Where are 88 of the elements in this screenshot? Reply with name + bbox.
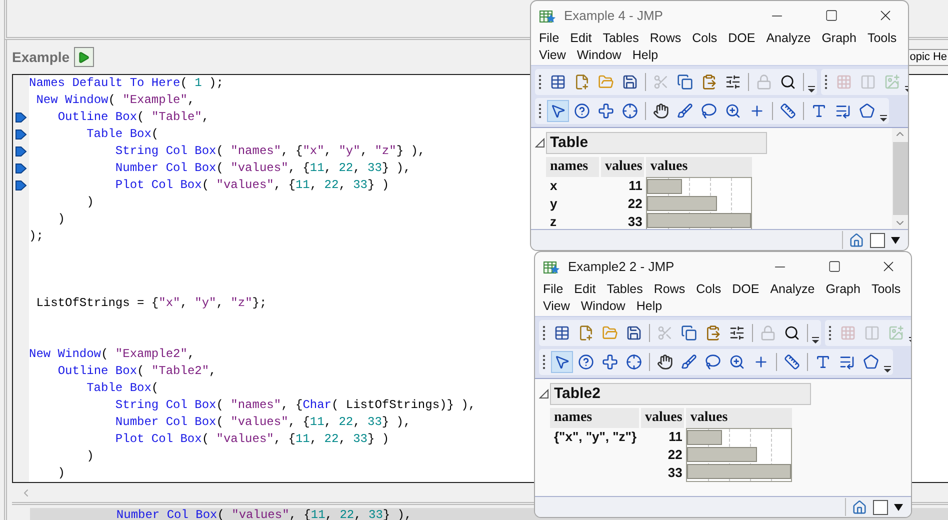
square-icon[interactable] — [870, 232, 885, 248]
menu-item[interactable]: Window — [580, 298, 626, 314]
menu-item[interactable]: Edit — [574, 281, 596, 297]
column-header: values — [601, 157, 644, 177]
table-cell-text: y — [549, 195, 558, 213]
code-line: Number Col Box( "values", {11, 22, 33} ), — [114, 160, 412, 177]
menu-item[interactable]: DOE — [728, 30, 756, 46]
menu-item[interactable]: Help — [636, 298, 662, 314]
code-line: String Col Box( "names", {Char( ListOfStrings)} ), — [114, 396, 476, 414]
column-header: values — [641, 408, 684, 428]
code-line: Plot Col Box( "values", {11, 22, 33} ) — [114, 177, 390, 194]
code-line: Plot Col Box( "values", {11, 22, 33} ) — [114, 430, 390, 448]
table-cell-text: 33 — [626, 213, 644, 229]
menu-item[interactable]: View — [539, 47, 566, 63]
overflow-icon[interactable] — [880, 114, 887, 122]
window-title: Example 4 - JMP — [564, 8, 664, 23]
arrow-marker-icon[interactable] — [15, 178, 27, 192]
outline-title: Table2 — [550, 383, 811, 405]
menu-item[interactable]: Rows — [650, 30, 682, 46]
code-line: Outline Box( "Table", — [56, 109, 210, 126]
table-cell-text: z — [549, 213, 558, 229]
code-line: String Col Box( "names", {"x", "y", "z"} ), — [114, 143, 426, 160]
menu-item[interactable]: Analyze — [766, 30, 811, 46]
code-line: Outline Box( "Table2", — [56, 362, 218, 380]
menu-item[interactable]: Tools — [871, 281, 901, 297]
table-cell-text: 11 — [628, 177, 644, 195]
overflow-icon[interactable] — [808, 85, 815, 93]
square-icon[interactable] — [873, 500, 888, 514]
menu-item[interactable]: Window — [576, 47, 622, 63]
spreadsheet-icon — [539, 8, 556, 24]
code-line: ) — [56, 211, 66, 228]
script-title: Example — [12, 49, 70, 65]
menu-item[interactable]: Cols — [692, 30, 718, 46]
menu-item[interactable]: Graph — [822, 30, 856, 46]
menu-item[interactable]: Cols — [696, 281, 722, 297]
scrollbar[interactable] — [892, 128, 908, 229]
table-cell-text: x — [549, 177, 558, 195]
table-cell-text: 11 — [668, 428, 684, 446]
menu-item[interactable]: Analyze — [770, 281, 815, 297]
maximize-icon[interactable] — [828, 260, 840, 273]
code-line: ); — [29, 228, 44, 245]
column-header: names — [546, 157, 599, 177]
code-line: ) — [56, 464, 66, 482]
code-line: ) — [86, 448, 95, 465]
code-line: Table Box( — [86, 380, 160, 397]
table-cell-text: 22 — [666, 446, 684, 464]
menu-item[interactable]: Tools — [867, 30, 897, 46]
home-icon[interactable] — [849, 232, 864, 248]
menu-item[interactable]: File — [543, 281, 564, 297]
code-line: Names Default To Here( 1 ); — [29, 75, 224, 92]
overflow-icon[interactable] — [812, 336, 819, 344]
arrow-marker-icon[interactable] — [15, 128, 27, 141]
menu-item[interactable]: Edit — [570, 30, 592, 46]
table-cell-text: {"x", "y", "z"} — [553, 428, 638, 446]
spreadsheet-icon — [543, 258, 560, 274]
run-button[interactable] — [74, 47, 94, 67]
home-icon[interactable] — [852, 500, 867, 514]
table-cell-text: 22 — [626, 195, 644, 213]
code-line: Number Col Box( "values", {11, 22, 33} ), — [114, 414, 412, 431]
overflow-icon[interactable] — [884, 365, 891, 373]
arrow-marker-icon[interactable] — [15, 162, 27, 175]
window-title: Example2 2 - JMP — [568, 259, 676, 274]
dropdown-icon[interactable] — [891, 236, 900, 244]
arrow-marker-icon[interactable] — [15, 110, 27, 124]
code-line: New Window( "Example", — [35, 92, 196, 109]
menu-item[interactable]: Rows — [654, 281, 686, 297]
help-tab[interactable]: opic He — [908, 48, 948, 66]
code-line: ListOfStrings = {"x", "y", "z"}; — [35, 295, 268, 312]
code-line: Table Box( — [86, 126, 160, 143]
menu-item[interactable]: File — [539, 30, 560, 46]
column-header: values — [686, 408, 792, 428]
menu-item[interactable]: DOE — [732, 281, 760, 297]
column-header: values — [646, 157, 752, 177]
menu-item[interactable]: Graph — [826, 281, 860, 297]
menu-item[interactable]: Tables — [606, 281, 643, 297]
menu-item[interactable]: Help — [632, 47, 658, 63]
arrow-marker-icon[interactable] — [15, 144, 27, 158]
maximize-icon[interactable] — [824, 9, 838, 22]
code-line: ) — [86, 194, 95, 211]
outline-title: Table — [546, 132, 767, 154]
disclosure-icon[interactable] — [535, 138, 545, 148]
table-cell-text: 33 — [666, 464, 684, 482]
menu-item[interactable]: Tables — [602, 30, 639, 46]
play-icon[interactable] — [77, 50, 90, 64]
code-line: New Window( "Example2", — [29, 346, 196, 363]
column-header: names — [550, 408, 639, 428]
menu-item[interactable]: View — [543, 298, 570, 314]
disclosure-icon[interactable] — [539, 389, 549, 399]
